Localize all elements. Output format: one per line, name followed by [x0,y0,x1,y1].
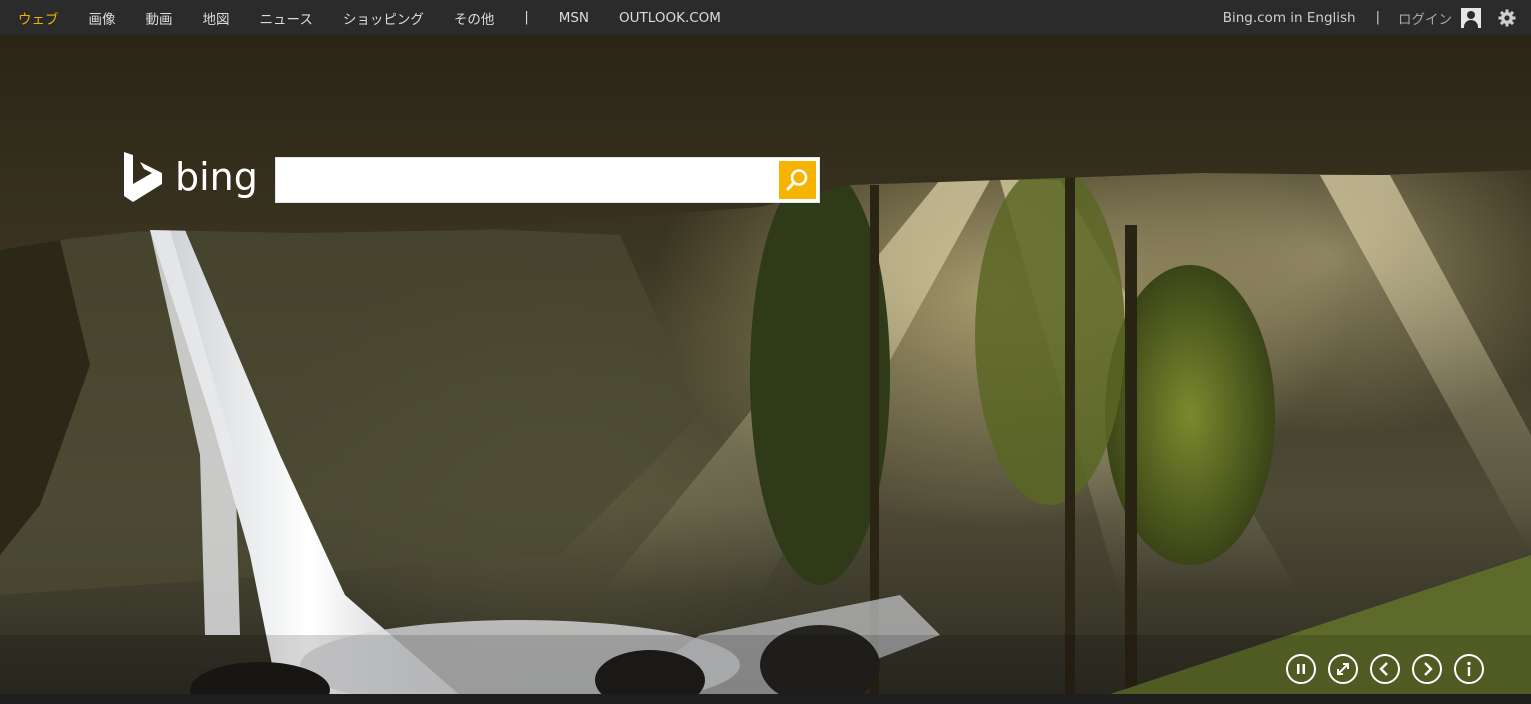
nav-more[interactable]: その他 [454,8,495,28]
previous-image-button[interactable] [1370,654,1400,684]
next-image-button[interactable] [1412,654,1442,684]
search-icon [786,169,808,191]
nav-web[interactable]: ウェブ [18,8,59,28]
language-link[interactable]: Bing.com in English [1223,10,1356,26]
bottom-strip [0,694,1531,704]
next-icon [1424,662,1433,676]
nav-news[interactable]: ニュース [260,8,313,28]
login-link[interactable]: ログイン [1398,8,1452,28]
nav-outlook[interactable]: OUTLOOK.COM [619,10,721,26]
pause-button[interactable] [1286,654,1316,684]
nav-msn[interactable]: MSN [559,10,589,26]
nav-videos[interactable]: 動画 [146,8,173,28]
nav-shopping[interactable]: ショッピング [343,8,424,28]
account-area: Bing.com in English | ログイン [1223,0,1517,35]
search-button[interactable] [779,161,816,199]
nav-maps[interactable]: 地図 [203,8,230,28]
expand-icon [1337,663,1349,675]
account-separator: | [1375,10,1380,25]
bing-logo[interactable]: bing [122,152,256,204]
nav-separator: | [524,10,529,25]
nav-links: ウェブ 画像 動画 地図 ニュース ショッピング その他 | MSN OUTLO… [18,0,751,35]
gear-icon[interactable] [1497,8,1517,28]
image-info-button[interactable] [1454,654,1484,684]
image-controls [1286,654,1496,684]
nav-images[interactable]: 画像 [89,8,116,28]
search-box [275,157,820,203]
fullscreen-button[interactable] [1328,654,1358,684]
pause-icon [1297,664,1305,674]
bing-wordmark: bing [175,155,256,199]
search-input[interactable] [276,158,778,202]
info-icon [1467,661,1471,676]
top-navigation-bar: ウェブ 画像 動画 地図 ニュース ショッピング その他 | MSN OUTLO… [0,0,1531,35]
background-image [0,35,1531,704]
user-icon[interactable] [1461,7,1481,28]
waterfall-forest-photo [0,35,1531,704]
previous-icon [1379,662,1388,676]
